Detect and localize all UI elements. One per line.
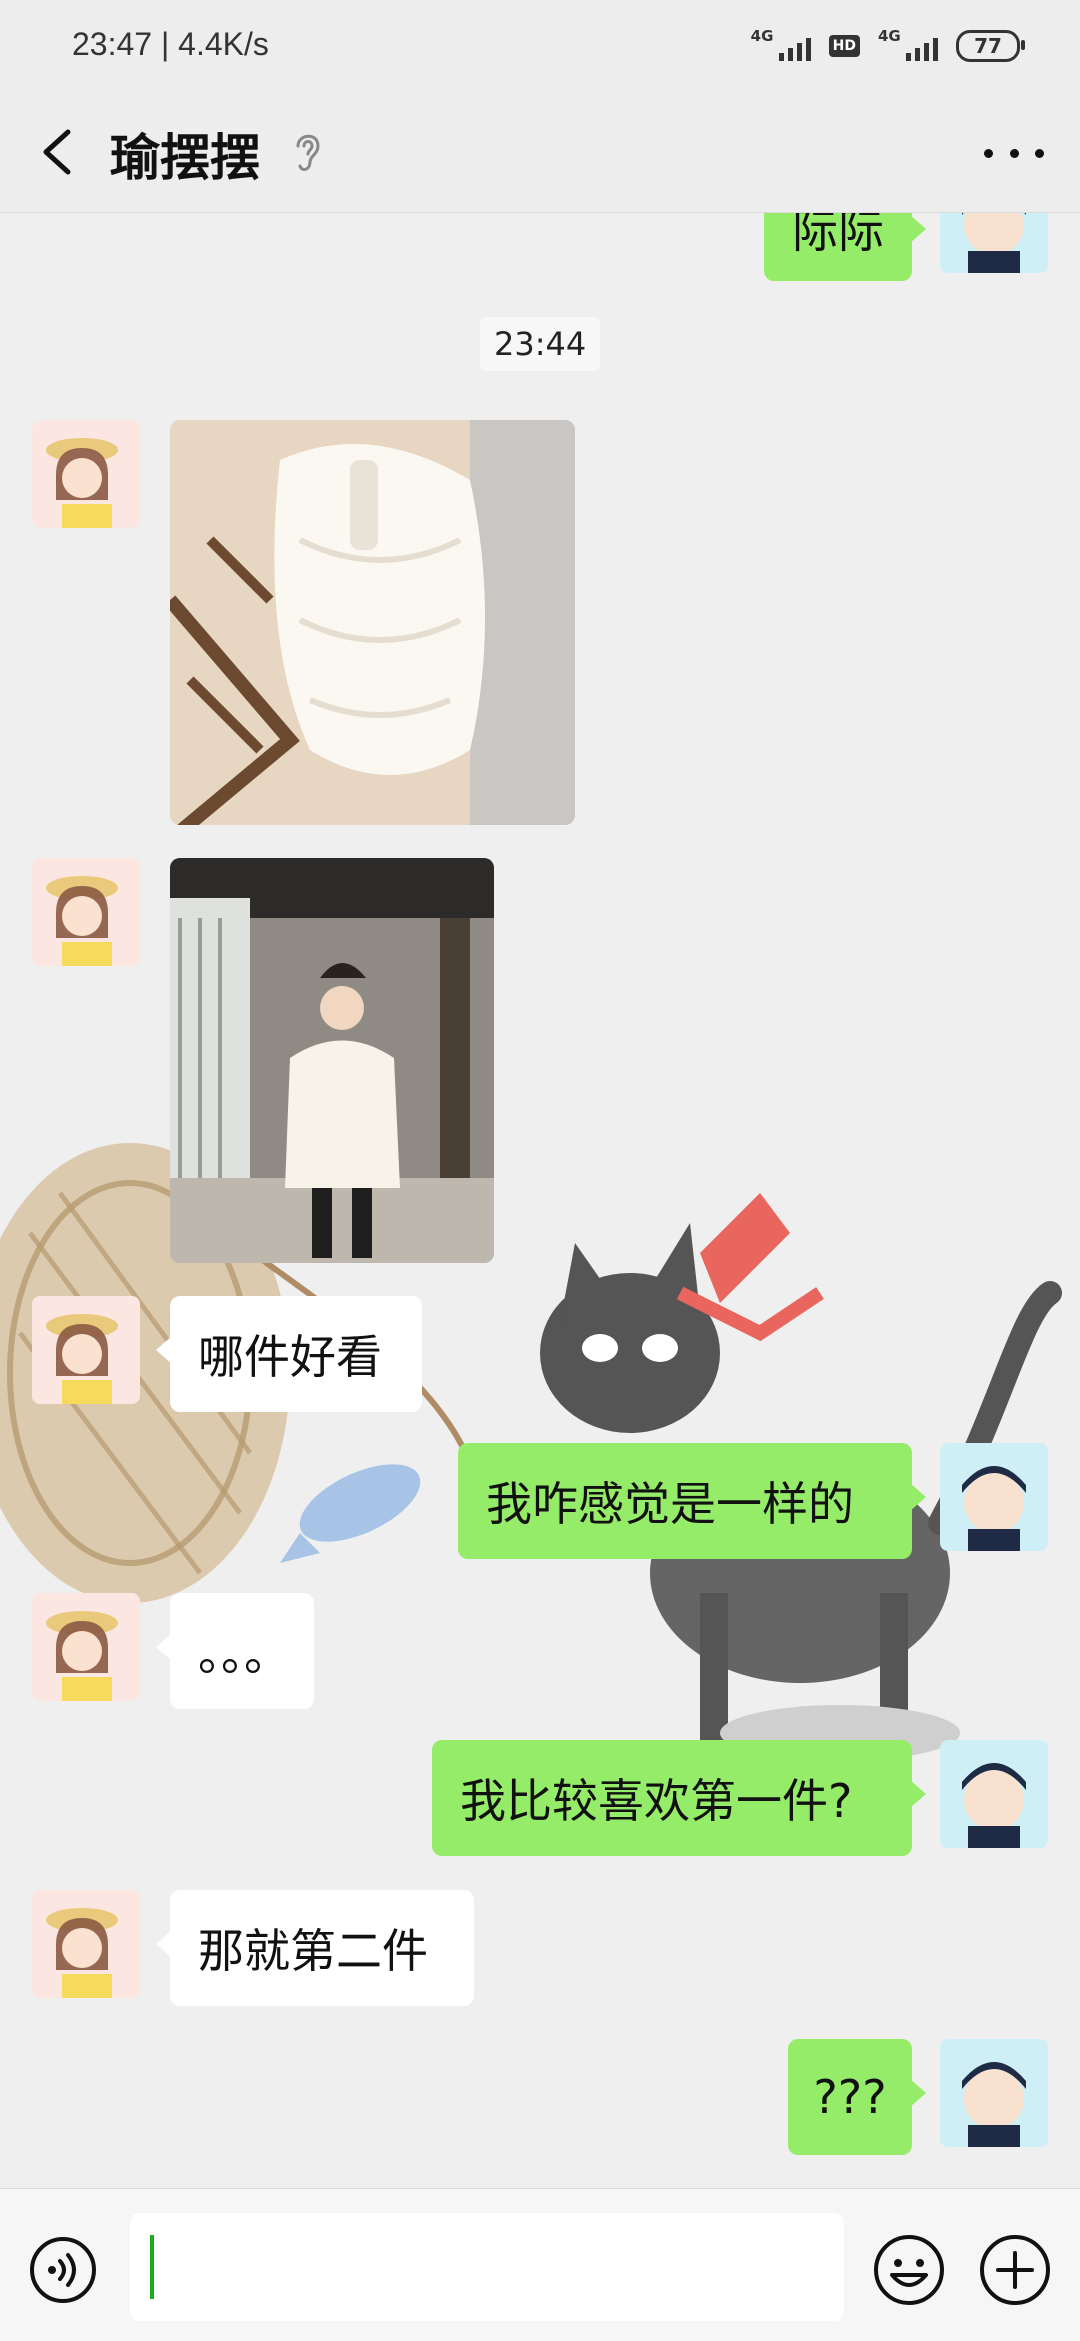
chat-title[interactable]: 瑜摆摆 <box>110 118 260 190</box>
message-text: 我比较喜欢第一件? <box>460 1774 853 1828</box>
message-text: 。。。 <box>198 1627 290 1681</box>
image-message-outfit[interactable] <box>170 858 494 1263</box>
message-text: 那就第二件 <box>198 1924 428 1978</box>
message-bubble-left[interactable]: 那就第二件 <box>156 1890 474 2006</box>
avatar-contact[interactable] <box>32 1890 140 1998</box>
timestamp: 23:44 <box>480 317 601 371</box>
message-text: ??? <box>813 2070 887 2124</box>
message-bubble-left[interactable]: 。。。 <box>156 1593 314 1709</box>
avatar-self[interactable] <box>940 213 1048 273</box>
message-text: 哪件好看 <box>198 1330 382 1384</box>
message-bubble-right[interactable]: 际际 <box>764 213 926 281</box>
text-caret <box>150 2235 154 2299</box>
avatar-contact[interactable] <box>32 1296 140 1404</box>
more-icon[interactable] <box>984 128 1044 178</box>
battery-level: 77 <box>974 34 1002 58</box>
avatar-self[interactable] <box>940 1443 1048 1551</box>
battery-icon: 77 <box>956 30 1025 62</box>
ear-icon <box>296 134 320 171</box>
signal-icon: 4G <box>878 27 938 65</box>
avatar-self[interactable] <box>940 1740 1048 1848</box>
status-icons: 4G HD 4G 77 <box>751 26 1025 66</box>
status-bar: 23:47 | 4.4K/s 4G HD 4G 77 <box>0 0 1080 92</box>
message-bubble-left[interactable]: 哪件好看 <box>156 1296 422 1412</box>
avatar-contact[interactable] <box>32 1593 140 1701</box>
message-bubble-right[interactable]: ??? <box>788 2039 926 2155</box>
status-time: 23:47 | 4.4K/s <box>72 26 269 62</box>
voice-icon[interactable] <box>28 2235 98 2305</box>
plus-icon[interactable] <box>978 2233 1052 2307</box>
avatar-contact[interactable] <box>32 858 140 966</box>
message-bubble-right[interactable]: 我咋感觉是一样的 <box>458 1443 926 1559</box>
message-text: 际际 <box>792 213 884 258</box>
emoji-icon[interactable] <box>872 2233 946 2307</box>
back-arrow-icon[interactable] <box>34 122 84 182</box>
avatar-self[interactable] <box>940 2039 1048 2147</box>
network-label: 4G <box>750 27 774 45</box>
hd-badge: HD <box>828 35 860 57</box>
signal-icon: 4G <box>751 27 811 65</box>
avatar-contact[interactable] <box>32 420 140 528</box>
message-input[interactable] <box>130 2213 844 2321</box>
input-bar <box>0 2188 1080 2341</box>
image-message-jacket[interactable] <box>170 420 575 825</box>
network-label: 4G <box>878 27 901 45</box>
chat-header: 瑜摆摆 <box>0 92 1080 213</box>
chat-area[interactable]: 际际 23:44 哪件好看 我咋感觉是一样的 。。。 我比较喜欢第一件? 那就第… <box>0 213 1080 2188</box>
message-bubble-right[interactable]: 我比较喜欢第一件? <box>432 1740 926 1856</box>
message-text: 我咋感觉是一样的 <box>486 1477 854 1531</box>
